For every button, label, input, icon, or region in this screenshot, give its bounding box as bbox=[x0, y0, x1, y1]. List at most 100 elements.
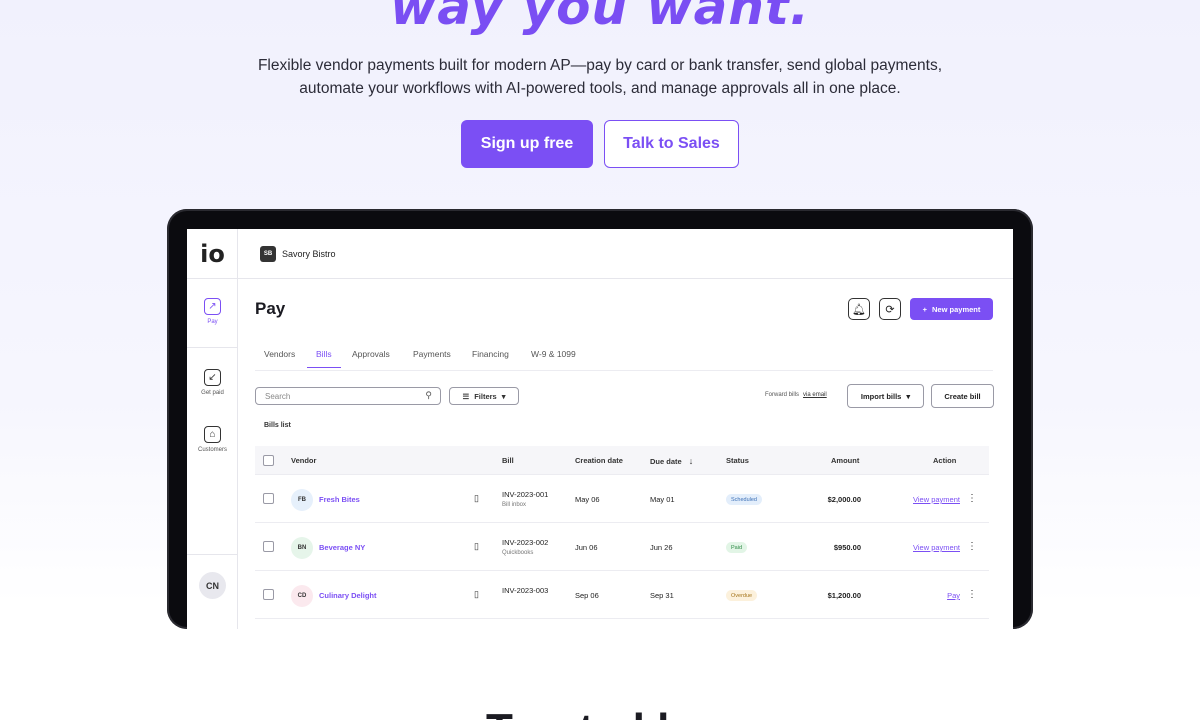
bill-number: INV-2023-002 bbox=[502, 538, 549, 547]
due-date: Sep 31 bbox=[650, 591, 674, 600]
talk-to-sales-button[interactable]: Talk to Sales bbox=[604, 120, 739, 168]
notifications-button[interactable]: 🔔︎ bbox=[848, 298, 870, 320]
tab-financing[interactable]: Financing bbox=[472, 349, 509, 367]
column-creation-date[interactable]: Creation date bbox=[575, 456, 623, 465]
app-screen: io ↗ Pay ↙ Get paid ⌂ Customers CN SB Sa… bbox=[187, 229, 1013, 629]
row-checkbox[interactable] bbox=[263, 589, 274, 600]
search-icon: ⚲ bbox=[425, 390, 432, 400]
column-status: Status bbox=[726, 456, 749, 465]
vendor-avatar: BN bbox=[291, 537, 313, 559]
sync-button[interactable]: ⟳ bbox=[879, 298, 901, 320]
org-name[interactable]: Savory Bistro bbox=[282, 249, 336, 259]
page-title: Pay bbox=[255, 299, 286, 318]
org-badge: SB bbox=[260, 245, 276, 262]
more-options-icon[interactable]: ⋮ bbox=[967, 493, 977, 504]
caret-down-icon: ▾ bbox=[501, 391, 506, 401]
import-bills-label: Import bills bbox=[860, 391, 902, 401]
status-badge: Overdue bbox=[726, 590, 758, 601]
sidebar: io ↗ Pay ↙ Get paid ⌂ Customers CN bbox=[187, 229, 238, 629]
create-bill-button[interactable]: Create bill bbox=[931, 384, 994, 408]
view-payment-link[interactable]: View payment bbox=[913, 543, 960, 552]
amount: $950.00 bbox=[833, 543, 861, 552]
sidebar-divider bbox=[187, 554, 238, 555]
laptop-frame: io ↗ Pay ↙ Get paid ⌂ Customers CN SB Sa… bbox=[167, 209, 1033, 629]
row-checkbox[interactable] bbox=[263, 541, 274, 552]
creation-date: Sep 06 bbox=[575, 591, 599, 600]
vendor-name[interactable]: Culinary Delight bbox=[319, 591, 377, 600]
search-placeholder: Search bbox=[265, 391, 291, 401]
table-row[interactable]: FB Fresh Bites ▯ INV-2023-001 Bill inbox… bbox=[255, 475, 989, 523]
document-icon[interactable]: ▯ bbox=[474, 493, 479, 504]
tab-bills[interactable]: Bills bbox=[307, 349, 341, 368]
sidebar-item-pay[interactable]: ↗ Pay bbox=[187, 298, 238, 325]
logo[interactable]: io bbox=[187, 229, 238, 279]
sidebar-item-customers[interactable]: ⌂ Customers bbox=[187, 426, 238, 453]
bill-number: INV-2023-003 bbox=[502, 586, 549, 595]
vendor-name[interactable]: Fresh Bites bbox=[319, 495, 360, 504]
filter-icon: ☰ bbox=[462, 391, 470, 401]
status-badge: Paid bbox=[726, 542, 748, 553]
bill-number: INV-2023-001 bbox=[502, 490, 549, 499]
sidebar-item-label: Pay bbox=[207, 319, 218, 325]
creation-date: Jun 06 bbox=[575, 543, 598, 552]
vendor-name[interactable]: Beverage NY bbox=[319, 543, 365, 552]
vendor-avatar: FB bbox=[291, 489, 313, 511]
document-icon[interactable]: ▯ bbox=[474, 541, 479, 552]
status-badge: Scheduled bbox=[726, 494, 762, 505]
select-all-checkbox[interactable] bbox=[263, 455, 274, 466]
new-payment-label: New payment bbox=[932, 304, 981, 314]
user-avatar[interactable]: CN bbox=[199, 572, 226, 599]
sidebar-item-get-paid[interactable]: ↙ Get paid bbox=[187, 369, 238, 396]
sidebar-item-label: Get paid bbox=[201, 390, 224, 396]
view-payment-link[interactable]: View payment bbox=[913, 495, 960, 504]
vendor-avatar: CD bbox=[291, 585, 313, 607]
sidebar-divider bbox=[187, 347, 238, 348]
store-icon: ⌂ bbox=[204, 426, 221, 443]
table-row[interactable]: CD Culinary Delight ▯ INV-2023-003 Sep 0… bbox=[255, 571, 989, 619]
tab-w9-1099[interactable]: W-9 & 1099 bbox=[531, 349, 576, 367]
forward-bills-label: Forward bills bbox=[765, 392, 800, 398]
hero-title: way you want. bbox=[390, 0, 810, 36]
new-payment-button[interactable]: + New payment bbox=[910, 298, 993, 320]
amount: $1,200.00 bbox=[827, 591, 861, 600]
filters-button[interactable]: ☰ Filters ▾ bbox=[449, 387, 519, 405]
creation-date: May 06 bbox=[575, 495, 600, 504]
search-input[interactable]: Search ⚲ bbox=[255, 387, 441, 405]
column-vendor: Vendor bbox=[291, 456, 317, 465]
sidebar-item-label: Customers bbox=[197, 447, 227, 453]
column-action: Action bbox=[933, 456, 957, 465]
tab-payments[interactable]: Payments bbox=[413, 349, 451, 367]
hero-subtitle: Flexible vendor payments built for moder… bbox=[0, 54, 1200, 100]
column-due-date[interactable]: Due date ↓ bbox=[650, 456, 693, 466]
bill-source: Bill inbox bbox=[502, 502, 527, 508]
section-heading: Trusted by bbox=[486, 705, 709, 720]
sign-up-button[interactable]: Sign up free bbox=[461, 120, 593, 168]
hero-subtitle-line-2: automate your workflows with AI-powered … bbox=[299, 80, 901, 97]
bills-list-title: Bills list bbox=[264, 422, 291, 429]
tab-bar: Vendors Bills Approvals Payments Financi… bbox=[255, 343, 993, 371]
refresh-icon: ⟳ bbox=[885, 303, 895, 316]
due-date: May 01 bbox=[650, 495, 675, 504]
more-options-icon[interactable]: ⋮ bbox=[967, 541, 977, 552]
row-checkbox[interactable] bbox=[263, 493, 274, 504]
column-due-date-label: Due date bbox=[650, 457, 682, 466]
tab-vendors[interactable]: Vendors bbox=[264, 349, 295, 367]
forward-bills: Forward bills via email bbox=[765, 392, 827, 398]
due-date: Jun 26 bbox=[650, 543, 673, 552]
document-icon[interactable]: ▯ bbox=[474, 589, 479, 600]
pay-link[interactable]: Pay bbox=[947, 591, 960, 600]
import-bills-button[interactable]: Import bills ▾ bbox=[847, 384, 924, 408]
table-header: Vendor Bill Creation date Due date ↓ Sta… bbox=[255, 446, 989, 475]
bell-icon: 🔔︎ bbox=[852, 303, 866, 316]
arrow-up-right-icon: ↗ bbox=[204, 298, 221, 315]
hero-subtitle-line-1: Flexible vendor payments built for moder… bbox=[257, 57, 943, 74]
tab-approvals[interactable]: Approvals bbox=[352, 349, 390, 367]
table-row[interactable]: BN Beverage NY ▯ INV-2023-002 Quickbooks… bbox=[255, 523, 989, 571]
via-email-link[interactable]: via email bbox=[803, 392, 827, 398]
column-bill: Bill bbox=[502, 456, 514, 465]
top-bar: SB Savory Bistro bbox=[238, 229, 1013, 279]
amount: $2,000.00 bbox=[827, 495, 861, 504]
bill-source: Quickbooks bbox=[502, 550, 534, 556]
arrow-down-left-icon: ↙ bbox=[204, 369, 221, 386]
more-options-icon[interactable]: ⋮ bbox=[967, 589, 977, 600]
